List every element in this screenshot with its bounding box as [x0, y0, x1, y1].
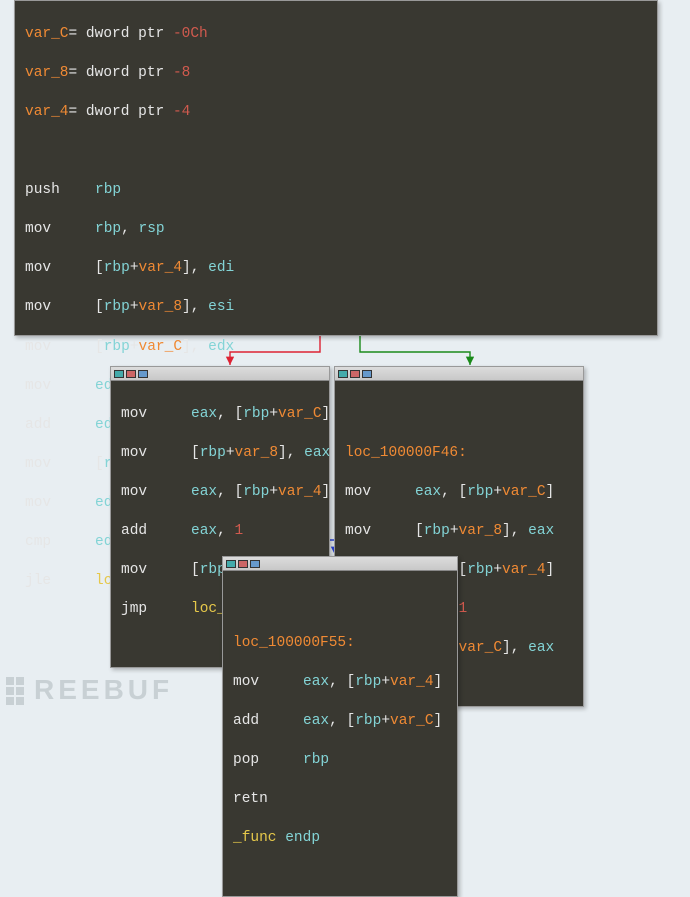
asm-block-exit[interactable]: loc_100000F55: moveax, [rbp+var_4] addea… — [222, 556, 458, 897]
endp-keyword: endp — [277, 829, 321, 849]
block-label: loc_100000F46: — [345, 444, 467, 464]
titlebar-icon — [138, 370, 148, 378]
titlebar-icon — [350, 370, 360, 378]
block-label: loc_100000F55: — [233, 634, 355, 654]
block-titlebar — [335, 367, 583, 381]
watermark-logo-icon — [6, 677, 28, 703]
watermark: REEBUF — [6, 671, 173, 709]
titlebar-icon — [226, 560, 236, 568]
asm-block-entry[interactable]: var_C= dword ptr -0Ch var_8= dword ptr -… — [14, 0, 658, 336]
code-body: loc_100000F55: moveax, [rbp+var_4] addea… — [223, 571, 457, 896]
titlebar-icon — [250, 560, 260, 568]
titlebar-icon — [126, 370, 136, 378]
func-name: _func — [233, 829, 277, 849]
decl-eq: = dword ptr — [69, 25, 173, 45]
decl-off: -0Ch — [173, 25, 208, 45]
decl-name: var_C — [25, 25, 69, 45]
titlebar-icon — [338, 370, 348, 378]
operands: rbp — [95, 181, 121, 201]
titlebar-icon — [114, 370, 124, 378]
block-titlebar — [223, 557, 457, 571]
titlebar-icon — [238, 560, 248, 568]
block-titlebar — [111, 367, 329, 381]
mnemonic: push — [25, 181, 95, 201]
titlebar-icon — [362, 370, 372, 378]
watermark-text: REEBUF — [34, 671, 173, 709]
